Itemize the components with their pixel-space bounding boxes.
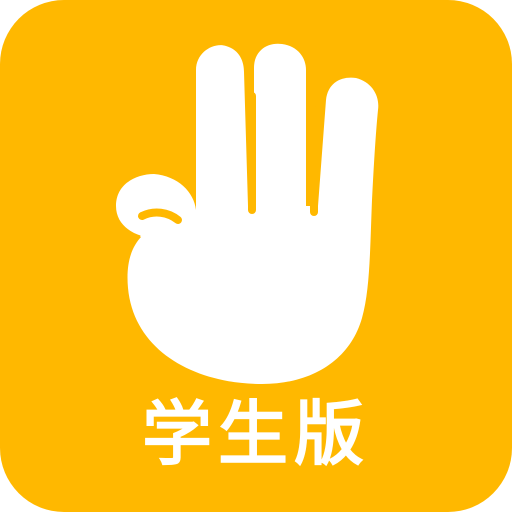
edition-label: 学生版 xyxy=(142,393,370,475)
app-icon[interactable]: 学生版 xyxy=(0,0,512,512)
